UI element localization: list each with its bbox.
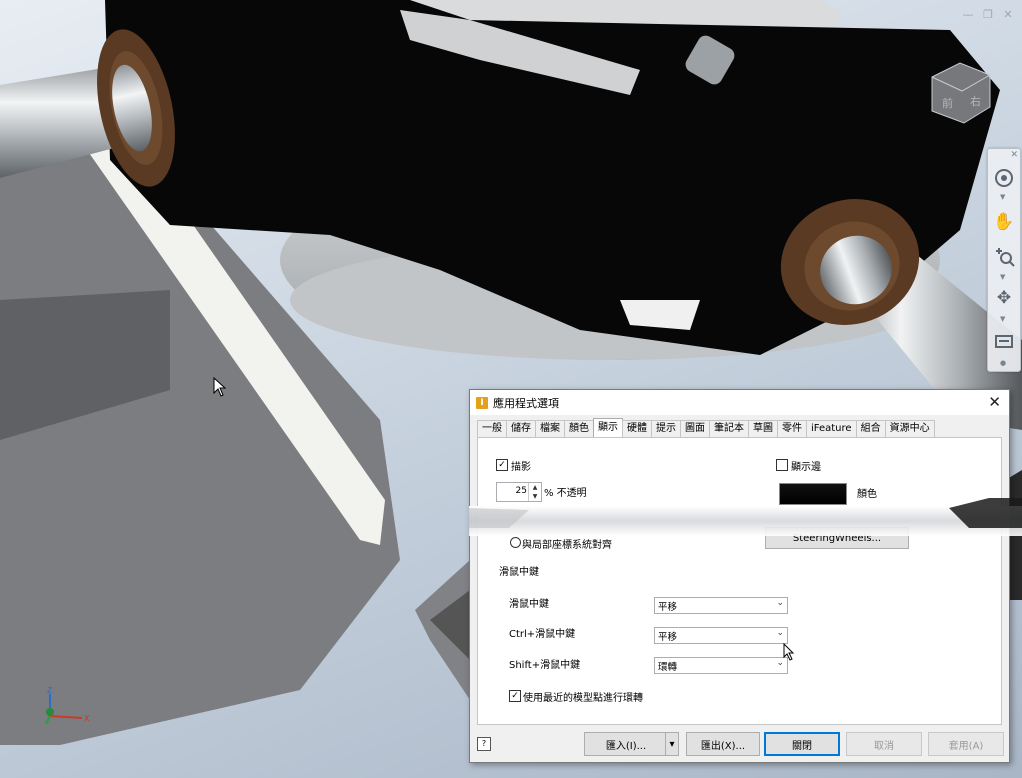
shift-middle-button-select[interactable]: 環轉 ⌄ — [654, 657, 788, 674]
x-axis-label: X — [84, 714, 90, 723]
y-axis — [45, 715, 51, 725]
dialog-close-button[interactable]: ✕ — [988, 393, 1001, 411]
tab-part[interactable]: 零件 — [777, 420, 807, 437]
mouse-section-title: 滑鼠中鍵 — [499, 567, 539, 578]
middle-button-label: 滑鼠中鍵 — [509, 599, 549, 610]
orbit-icon[interactable]: ✥ — [991, 285, 1017, 311]
tab-save[interactable]: 儲存 — [506, 420, 536, 437]
tab-prompts[interactable]: 提示 — [651, 420, 681, 437]
options-tabs: 一般 儲存 檔案 顏色 顯示 硬體 提示 圖面 筆記本 草圖 零件 iFeatu… — [477, 418, 935, 437]
apply-button[interactable]: 套用(A) — [928, 732, 1004, 756]
import-button[interactable]: 匯入(I)... — [584, 732, 668, 756]
tab-ifeature[interactable]: iFeature — [806, 420, 857, 437]
ctrl-middle-button-label: Ctrl+滑鼠中鍵 — [509, 629, 576, 640]
chevron-down-icon: ⌄ — [776, 628, 784, 638]
dialog-titlebar[interactable]: I 應用程式選項 ✕ — [470, 390, 1009, 415]
inventor-app-icon: I — [476, 396, 488, 409]
chevron-down-icon[interactable]: ▼ — [1000, 193, 1005, 201]
navigation-bar: ✕ ▼ ✋ ▼ ✥ ▼ ● — [987, 148, 1021, 372]
minimize-icon[interactable]: — — [962, 8, 974, 21]
tab-hardware[interactable]: 硬體 — [622, 420, 652, 437]
display-tab-panel: ✓ 描影 25 ▲ ▼ % 不透明 顯示邊 顏色 與局部座標系統對齊 Steeri… — [477, 437, 1002, 725]
z-axis-label: Z — [47, 686, 53, 695]
shift-middle-button-label: Shift+滑鼠中鍵 — [509, 660, 581, 671]
tab-drawing[interactable]: 圖面 — [680, 420, 710, 437]
recent-point-label: 使用最近的模型點進行環轉 — [523, 693, 643, 704]
close-button[interactable]: 關閉 — [764, 732, 840, 756]
tab-content-center[interactable]: 資源中心 — [884, 420, 935, 437]
shadow-label: 描影 — [511, 462, 531, 473]
view-cube-front-label: 前 — [942, 96, 953, 110]
view-cube-right-label: 右 — [970, 94, 981, 108]
application-options-dialog: I 應用程式選項 ✕ 一般 儲存 檔案 顏色 顯示 硬體 提示 圖面 筆記本 草… — [469, 389, 1010, 763]
zoom-icon[interactable] — [991, 243, 1017, 269]
chevron-down-icon: ⌄ — [776, 598, 784, 608]
mouse-cursor-icon — [213, 376, 227, 400]
view-cube-body — [931, 62, 991, 124]
shift-middle-button-value: 環轉 — [658, 662, 678, 673]
shadow-checkbox[interactable]: ✓ — [496, 459, 508, 471]
tab-file[interactable]: 檔案 — [535, 420, 565, 437]
cancel-button[interactable]: 取消 — [846, 732, 922, 756]
recent-point-checkbox[interactable]: ✓ — [509, 690, 521, 702]
middle-button-select[interactable]: 平移 ⌄ — [654, 597, 788, 614]
opacity-value: 25 — [515, 486, 527, 496]
tab-colors[interactable]: 顏色 — [564, 420, 594, 437]
window-controls: — ❐ ✕ — [962, 8, 1014, 21]
view-cube[interactable]: 前 右 — [924, 55, 996, 127]
restore-icon[interactable]: ❐ — [982, 8, 994, 21]
tab-notebook[interactable]: 筆記本 — [709, 420, 749, 437]
opacity-suffix: % 不透明 — [544, 488, 587, 499]
export-button[interactable]: 匯出(X)... — [686, 732, 760, 756]
steering-wheel-icon[interactable] — [991, 165, 1017, 191]
render-artifact-band — [469, 498, 1022, 540]
show-edges-label: 顯示邊 — [791, 462, 821, 473]
help-icon[interactable]: ? — [477, 737, 491, 751]
tab-general[interactable]: 一般 — [477, 420, 507, 437]
mouse-cursor-icon — [783, 642, 795, 664]
dialog-title: 應用程式選項 — [493, 396, 559, 410]
customize-icon[interactable]: ● — [1000, 359, 1006, 367]
tab-assembly[interactable]: 組合 — [855, 420, 886, 437]
pan-hand-icon[interactable]: ✋ — [991, 209, 1017, 235]
middle-button-value: 平移 — [658, 602, 678, 613]
chevron-down-icon[interactable]: ▼ — [1000, 273, 1005, 281]
ctrl-middle-button-select[interactable]: 平移 ⌄ — [654, 627, 788, 644]
tab-display[interactable]: 顯示 — [593, 418, 623, 437]
x-axis — [49, 715, 83, 719]
look-at-icon[interactable] — [991, 327, 1017, 353]
axis-triad: Z X — [38, 686, 98, 728]
close-icon[interactable]: ✕ — [1002, 8, 1014, 21]
show-edges-checkbox[interactable] — [776, 459, 788, 471]
chevron-down-icon[interactable]: ▼ — [1000, 315, 1005, 323]
import-dropdown-arrow-icon[interactable]: ▾ — [665, 732, 679, 756]
navbar-close-icon[interactable]: ✕ — [1010, 150, 1018, 160]
tab-sketch[interactable]: 草圖 — [748, 420, 778, 437]
ctrl-middle-button-value: 平移 — [658, 632, 678, 643]
